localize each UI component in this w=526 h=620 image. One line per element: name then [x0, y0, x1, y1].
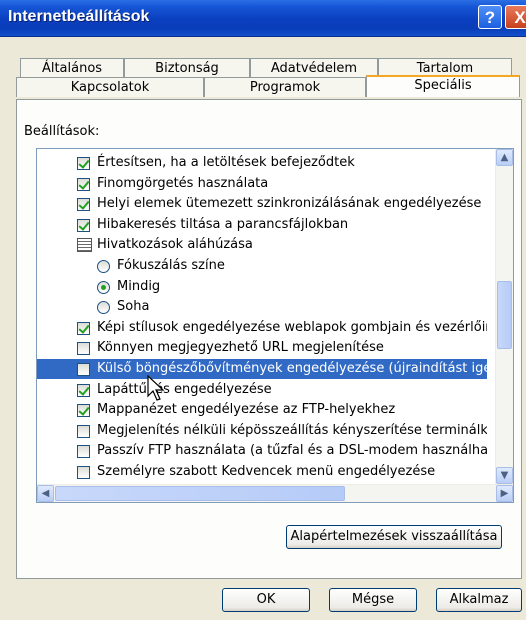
- vertical-scroll-thumb[interactable]: [497, 281, 512, 349]
- settings-item-label: Értesítsen, ha a letöltések befejeződtek: [97, 155, 355, 170]
- settings-item-label: Mappanézet engedélyezése az FTP-helyekhe…: [97, 402, 396, 418]
- settings-item-label: Fókuszálás színe: [117, 258, 225, 273]
- checkbox[interactable]: [77, 177, 90, 191]
- settings-item[interactable]: Hibakeresés tiltása a parancsfájlokban: [37, 215, 487, 235]
- settings-item-label: Képi stílusok engedélyezése weblapok gom…: [97, 319, 487, 335]
- settings-item[interactable]: Értesítsen, ha a letöltések befejeződtek: [37, 153, 487, 173]
- settings-item[interactable]: Személyre szabott Kedvencek menü engedél…: [37, 462, 487, 482]
- scroll-up-button[interactable]: ▲: [496, 149, 513, 166]
- cancel-button[interactable]: Mégse: [329, 588, 417, 612]
- checkbox[interactable]: [77, 383, 90, 397]
- radio-button[interactable]: [97, 301, 110, 315]
- settings-item[interactable]: Hivatkozások aláhúzása: [37, 235, 487, 255]
- settings-item[interactable]: Könnyen megjegyezhető URL megjelenítése: [37, 338, 487, 358]
- checkbox[interactable]: [77, 321, 90, 335]
- checkbox[interactable]: [77, 466, 90, 479]
- window-title: Internetbeállítások: [8, 8, 150, 25]
- restore-defaults-button[interactable]: Alapértelmezések visszaállítása: [286, 525, 502, 549]
- horizontal-scrollbar[interactable]: ◀ ▶: [37, 484, 513, 502]
- tab-kapcsolatok[interactable]: Kapcsolatok: [16, 77, 204, 97]
- settings-item-label: Könnyen megjegyezhető URL megjelenítése: [97, 340, 384, 356]
- checkbox[interactable]: [77, 157, 90, 170]
- settings-item[interactable]: Megjelenítés nélküli képösszeállítás kén…: [37, 421, 487, 441]
- list-group-icon: [77, 238, 92, 253]
- settings-item[interactable]: Fókuszálás színe: [37, 256, 487, 276]
- apply-button[interactable]: Alkalmaz: [436, 588, 522, 612]
- settings-item[interactable]: Mindig: [37, 277, 487, 297]
- settings-item[interactable]: Soha: [37, 297, 487, 317]
- tab-row-bottom: Kapcsolatok Programok Speciális: [16, 75, 520, 97]
- settings-item[interactable]: Mappanézet engedélyezése az FTP-helyekhe…: [37, 400, 487, 420]
- settings-item-label: Hivatkozások aláhúzása: [97, 237, 253, 253]
- tab-specialis[interactable]: Speciális: [366, 75, 520, 97]
- radio-button[interactable]: [97, 260, 110, 273]
- settings-item-label: Soha: [117, 299, 150, 315]
- tab-adatvedelem[interactable]: Adatvédelem: [250, 58, 378, 78]
- settings-item[interactable]: Lapáttűnés engedélyezése: [37, 380, 487, 400]
- settings-item-label: Helyi elemek ütemezett szinkronizálásána…: [97, 196, 482, 212]
- settings-item-label: Mindig: [117, 278, 161, 294]
- scroll-left-button[interactable]: ◀: [37, 485, 54, 502]
- checkbox[interactable]: [77, 218, 90, 232]
- settings-label: Beállítások:: [24, 124, 100, 139]
- scroll-right-button[interactable]: ▶: [496, 485, 513, 502]
- checkbox[interactable]: [77, 198, 90, 212]
- tab-biztonsag[interactable]: Biztonság: [124, 58, 250, 78]
- checkbox[interactable]: [77, 342, 90, 356]
- close-button[interactable]: X: [505, 5, 526, 29]
- horizontal-scroll-thumb[interactable]: [55, 486, 345, 501]
- tab-altalanos[interactable]: Általános: [20, 58, 124, 78]
- checkbox[interactable]: [77, 404, 90, 418]
- title-bar[interactable]: Internetbeállítások ? X: [0, 0, 526, 37]
- checkbox[interactable]: [77, 363, 90, 376]
- internet-options-window: Internetbeállítások ? X Általános Bizton…: [0, 0, 526, 620]
- settings-item-label: Passzív FTP használata (a tűzfal és a DS…: [97, 443, 487, 459]
- ok-button[interactable]: OK: [222, 588, 310, 612]
- settings-item[interactable]: Helyi elemek ütemezett szinkronizálásána…: [37, 194, 487, 214]
- help-button[interactable]: ?: [478, 5, 502, 29]
- checkbox[interactable]: [77, 424, 90, 438]
- radio-button[interactable]: [97, 280, 110, 294]
- checkbox[interactable]: [77, 445, 90, 459]
- scroll-down-button[interactable]: ▼: [496, 467, 513, 484]
- settings-list[interactable]: Értesítsen, ha a letöltések befejeződtek…: [36, 148, 514, 503]
- settings-item-label: Hibakeresés tiltása a parancsfájlokban: [97, 216, 349, 232]
- settings-item-label: Megjelenítés nélküli képösszeállítás kén…: [97, 422, 487, 438]
- settings-item-label: Lapáttűnés engedélyezése: [97, 381, 272, 397]
- settings-item[interactable]: Passzív FTP használata (a tűzfal és a DS…: [37, 441, 487, 461]
- settings-item[interactable]: Képi stílusok engedélyezése weblapok gom…: [37, 318, 487, 338]
- settings-item-label: Személyre szabott Kedvencek menü engedél…: [97, 464, 436, 479]
- settings-item-label: Finomgörgetés használata: [97, 175, 269, 191]
- tab-programok[interactable]: Programok: [204, 77, 366, 97]
- vertical-scrollbar[interactable]: ▲ ▼: [495, 149, 513, 484]
- settings-item[interactable]: Külső böngészőbővítmények engedélyezése …: [37, 359, 487, 379]
- mouse-pointer-icon: [147, 375, 165, 401]
- settings-item[interactable]: Finomgörgetés használata: [37, 174, 487, 194]
